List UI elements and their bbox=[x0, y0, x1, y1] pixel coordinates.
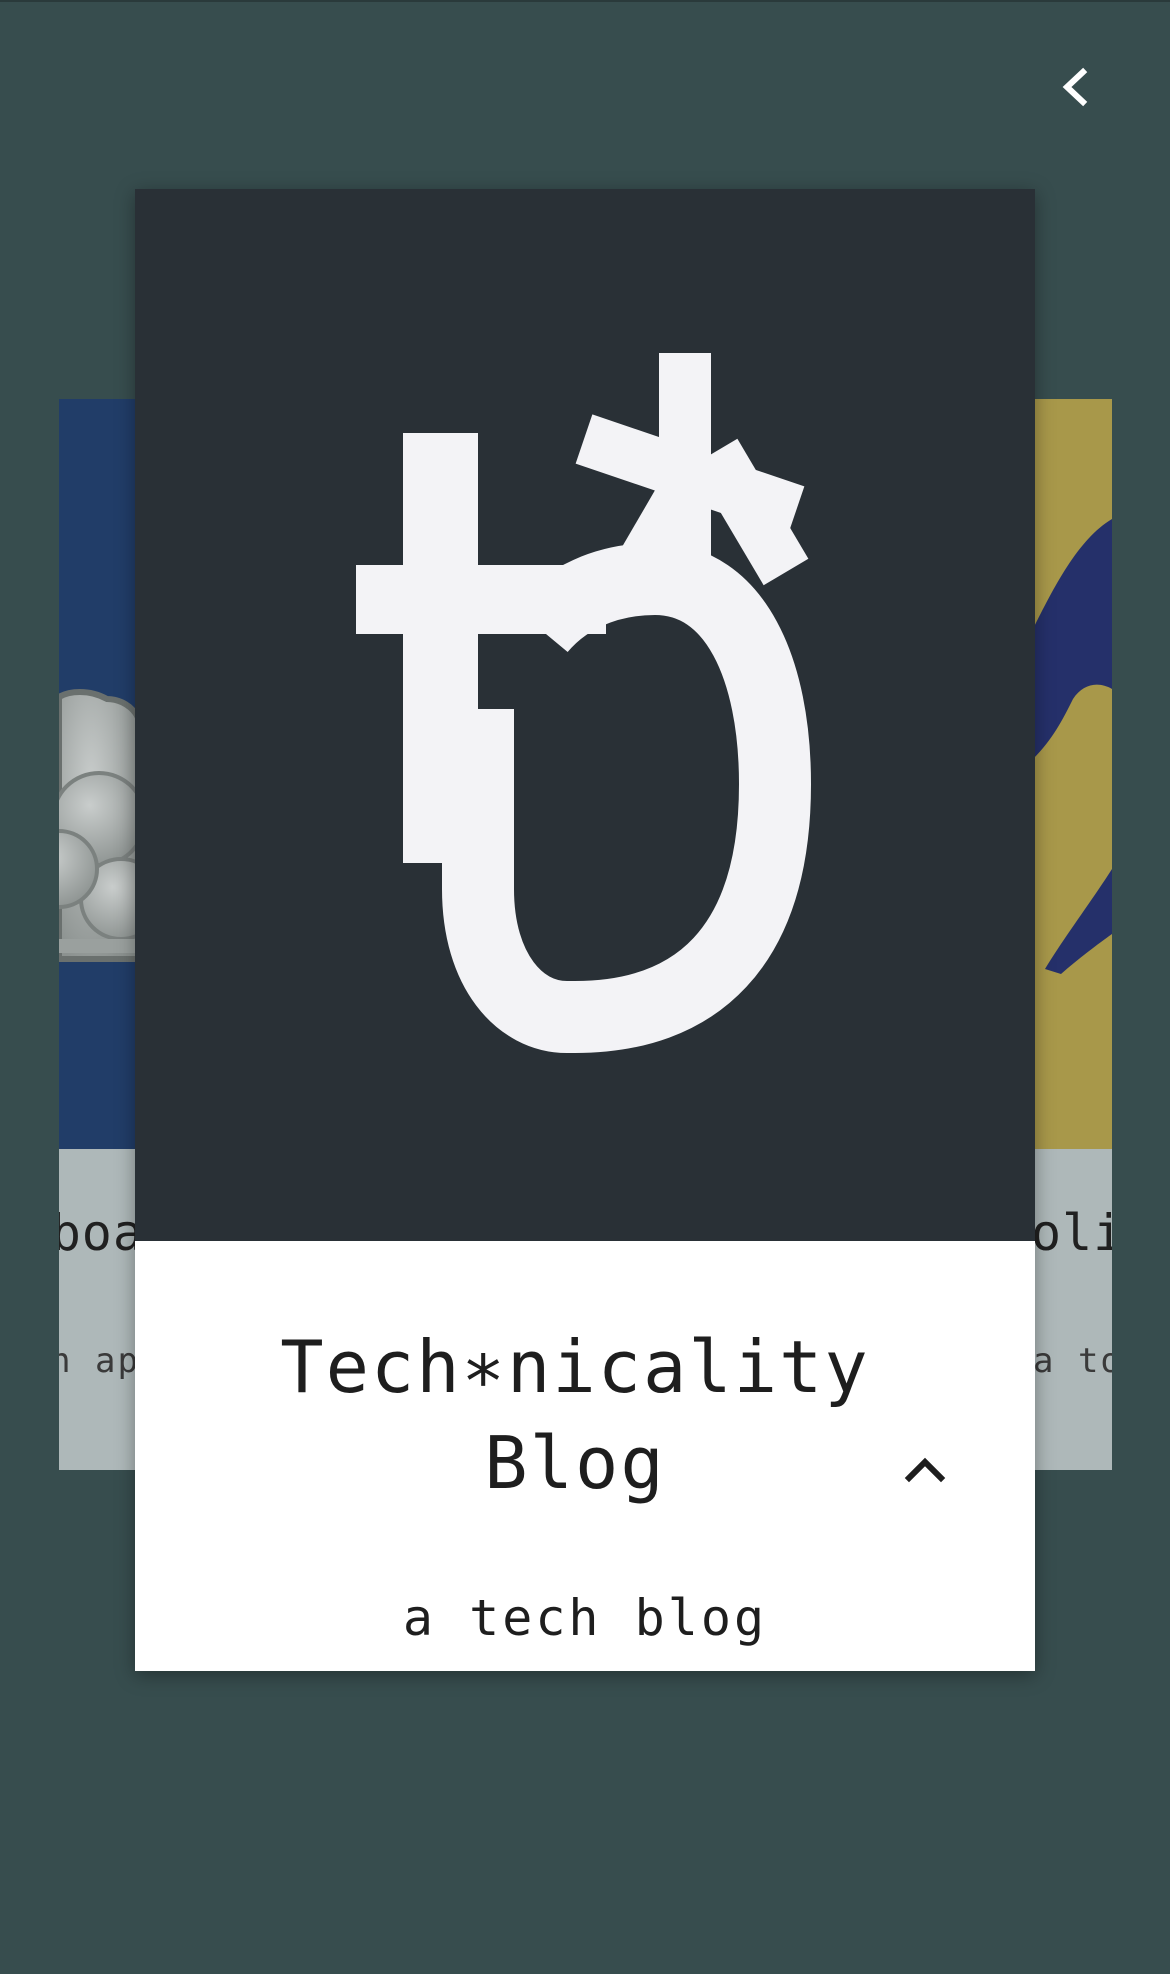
expand-details-button[interactable] bbox=[890, 1434, 960, 1504]
project-description: a tech blog bbox=[402, 1589, 768, 1647]
back-button[interactable] bbox=[1040, 52, 1110, 122]
next-project-description: a to bbox=[1033, 1341, 1112, 1381]
previous-project-title: boa bbox=[59, 1204, 138, 1262]
carousel-screen: boa n ap oli a to bbox=[0, 0, 1170, 1974]
next-project-card[interactable]: oli a to bbox=[1033, 399, 1112, 1470]
cloud-icon bbox=[59, 689, 138, 962]
technicality-logo-icon bbox=[356, 353, 811, 1053]
chevron-up-icon bbox=[904, 1457, 946, 1483]
next-project-thumbnail bbox=[1033, 399, 1112, 1149]
previous-project-description: n ap bbox=[59, 1341, 138, 1381]
next-project-title: oli bbox=[1033, 1204, 1112, 1262]
project-card-technicality[interactable]: Tech∗nicality Blog a tech blog bbox=[135, 189, 1035, 1671]
previous-project-thumbnail bbox=[59, 399, 138, 1149]
project-thumbnail bbox=[135, 189, 1035, 1241]
previous-project-card[interactable]: boa n ap bbox=[59, 399, 138, 1470]
abstract-shape-icon bbox=[1033, 519, 1112, 974]
chevron-left-icon bbox=[1062, 67, 1088, 107]
